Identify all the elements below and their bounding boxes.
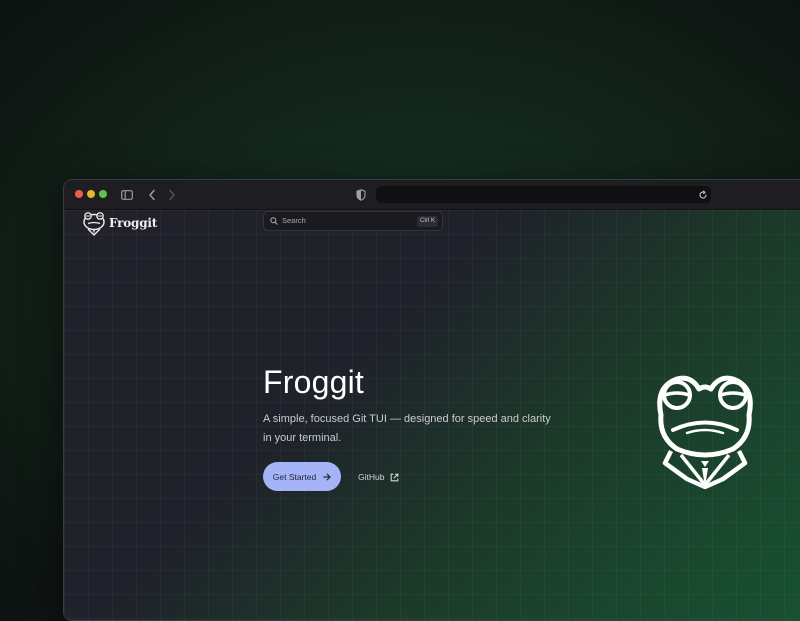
forward-icon[interactable] — [164, 187, 180, 203]
sidebar-icon[interactable] — [119, 187, 135, 203]
frog-mascot-icon — [657, 375, 753, 490]
close-window-button[interactable] — [75, 190, 83, 198]
github-link[interactable]: GitHub — [358, 469, 399, 485]
get-started-label: Get Started — [272, 471, 317, 482]
search-shortcut-badge: Ctrl K — [417, 216, 438, 227]
maximize-window-button[interactable] — [99, 190, 107, 198]
arrow-right-icon — [323, 473, 331, 480]
browser-titlebar — [64, 180, 800, 210]
get-started-button[interactable]: Get Started — [263, 462, 341, 491]
external-link-icon — [391, 473, 399, 481]
site-brand-name: Froggit — [109, 216, 158, 230]
privacy-shield-icon[interactable] — [353, 187, 369, 203]
frog-logo-icon — [83, 212, 105, 236]
reload-icon[interactable] — [695, 187, 711, 203]
search-input[interactable]: Search Ctrl K — [263, 211, 443, 231]
search-icon — [270, 217, 278, 225]
site-logo[interactable]: Froggit — [82, 210, 157, 236]
hero-description: A simple, focused Git TUI — designed for… — [263, 413, 551, 444]
search-placeholder: Search — [282, 216, 306, 225]
address-bar[interactable] — [376, 186, 711, 203]
back-icon[interactable] — [144, 187, 160, 203]
web-page: Froggit Search Ctrl K Froggit A simple, … — [64, 210, 800, 620]
browser-window: Froggit Search Ctrl K Froggit A simple, … — [63, 179, 800, 621]
github-link-label: GitHub — [358, 472, 385, 482]
minimize-window-button[interactable] — [87, 190, 95, 198]
hero-title: Froggit — [263, 364, 364, 400]
